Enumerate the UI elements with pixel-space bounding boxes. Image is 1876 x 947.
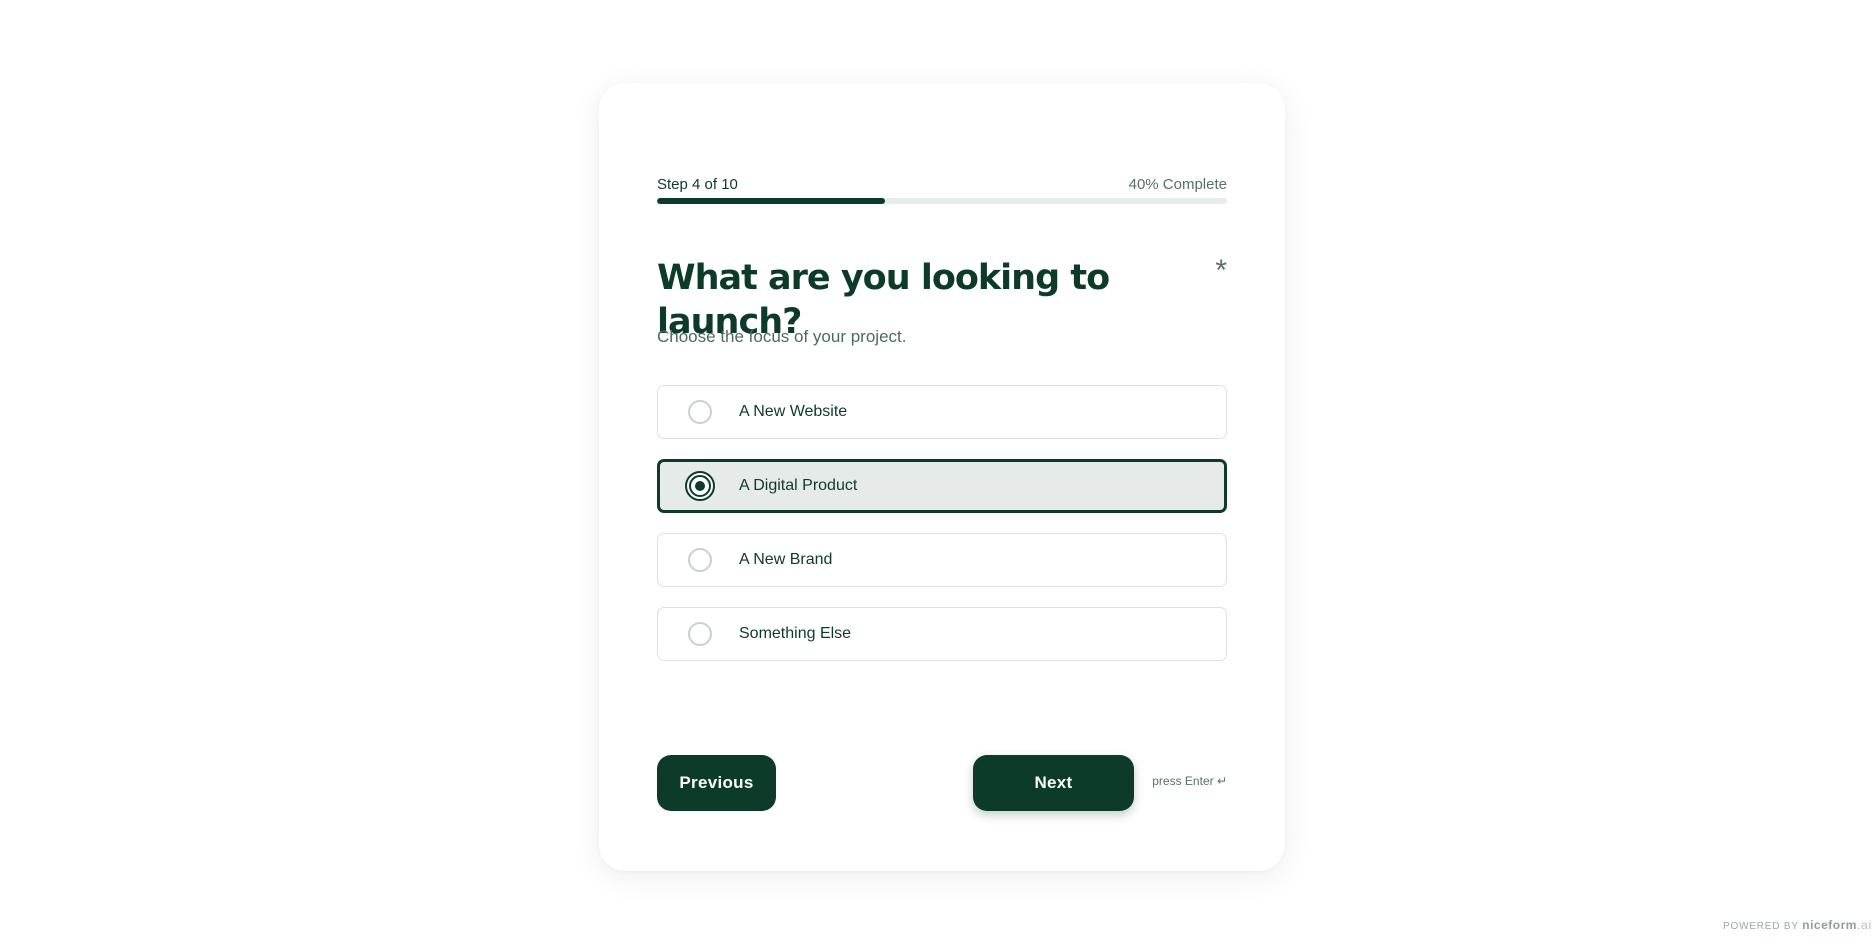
option-a-new-brand[interactable]: A New Brand (657, 533, 1227, 587)
question-heading: What are you looking to launch? * (657, 254, 1227, 343)
option-label: A New Website (739, 403, 848, 420)
brand-logo: niceform (1802, 918, 1857, 932)
powered-by-footer[interactable]: POWERED BY niceform.ai (1723, 918, 1872, 932)
press-enter-hint: press Enter ↵ (1152, 774, 1227, 788)
radio-icon[interactable] (688, 400, 712, 424)
powered-by-label: POWERED BY (1723, 921, 1799, 932)
option-something-else[interactable]: Something Else (657, 607, 1227, 661)
brand-tld: .ai (1856, 918, 1872, 932)
option-label: A New Brand (739, 551, 833, 568)
form-card: Step 4 of 10 40% Complete What are you l… (599, 83, 1285, 871)
radio-icon[interactable] (688, 622, 712, 646)
progress-bar-fill (657, 198, 885, 204)
form-content: Step 4 of 10 40% Complete What are you l… (657, 175, 1227, 661)
progress-header: Step 4 of 10 40% Complete (657, 175, 1227, 193)
step-label: Step 4 of 10 (657, 175, 738, 193)
radio-icon[interactable] (685, 471, 715, 501)
previous-button[interactable]: Previous (657, 755, 776, 811)
option-label: A Digital Product (739, 477, 858, 494)
required-asterisk: * (1215, 254, 1227, 287)
percent-complete-label: 40% Complete (1128, 175, 1227, 193)
option-a-digital-product[interactable]: A Digital Product (657, 459, 1227, 513)
next-button[interactable]: Next (973, 755, 1134, 811)
form-navigation: Previous Next press Enter ↵ (657, 755, 1227, 811)
radio-icon[interactable] (688, 548, 712, 572)
progress-bar (657, 198, 1227, 204)
option-a-new-website[interactable]: A New Website (657, 385, 1227, 439)
option-list: A New Website A Digital Product A New Br… (657, 385, 1227, 661)
option-label: Something Else (739, 625, 852, 642)
